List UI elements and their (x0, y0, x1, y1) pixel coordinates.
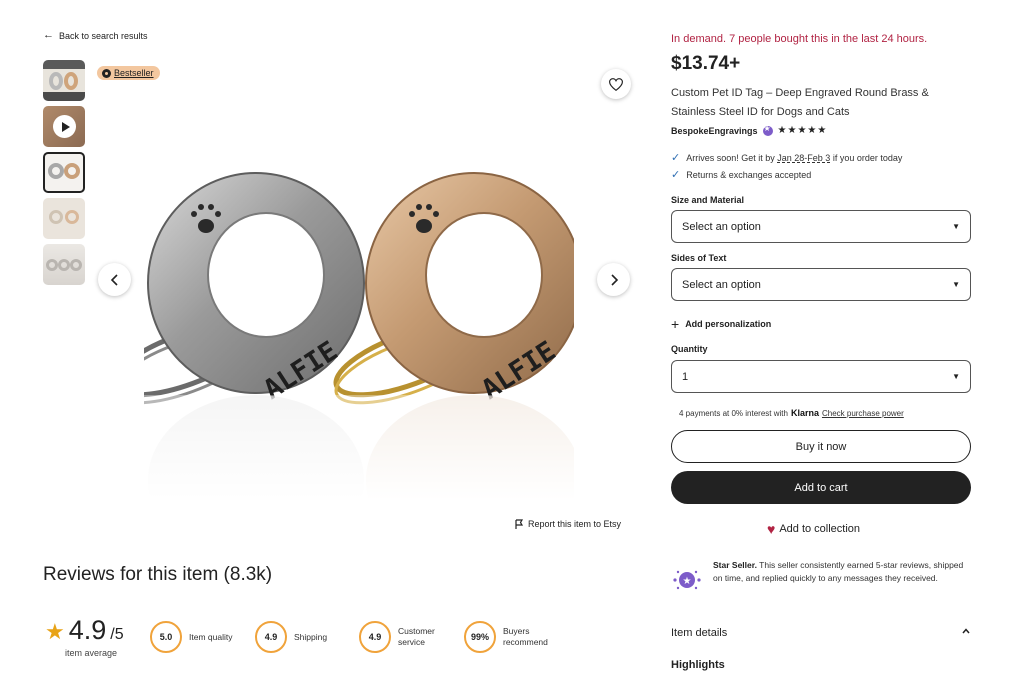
caret-down-icon: ▼ (952, 280, 960, 289)
report-item-link[interactable]: Report this item to Etsy (514, 519, 621, 529)
bestseller-badge[interactable]: Bestseller (97, 66, 160, 80)
thumbnail-4[interactable] (43, 198, 85, 239)
seller-row: BespokeEngravings ★ ★★★★ (671, 124, 828, 137)
metric-item-quality: 5.0 Item quality (150, 621, 232, 653)
klarna-logo: Klarna (790, 408, 819, 418)
sides-select[interactable]: Select an option ▼ (671, 268, 971, 301)
size-label: Size and Material (671, 195, 745, 205)
price: $13.74+ (671, 53, 741, 74)
rating-average-label: item average (65, 648, 118, 658)
klarna-check-link[interactable]: Check purchase power (822, 409, 904, 418)
thumbnail-3-selected[interactable] (43, 152, 85, 193)
sides-label: Sides of Text (671, 253, 727, 263)
back-to-search-link[interactable]: ← Back to search results (43, 30, 148, 41)
arrival-dates[interactable]: Jan 28-Feb 3 (777, 153, 830, 163)
metric-label: Shipping (294, 631, 328, 642)
thumbnail-list (43, 60, 86, 290)
add-to-collection-label: Add to collection (779, 523, 861, 535)
add-personalization-label: Add personalization (685, 319, 772, 329)
klarna-prefix: 4 payments at 0% interest with (679, 408, 788, 418)
checkmark-icon: ✓ (671, 152, 681, 164)
star-icon: ★ (45, 619, 65, 644)
buy-now-button[interactable]: Buy it now (671, 430, 971, 463)
demand-notice: In demand. 7 people bought this in the l… (671, 33, 928, 45)
arrival-suffix: if you order today (832, 152, 903, 163)
play-icon (53, 115, 76, 138)
klarna-row: 4 payments at 0% interest with Klarna Ch… (679, 408, 904, 418)
arrow-left-icon: ← (43, 29, 54, 41)
svg-text:★: ★ (683, 576, 692, 587)
metric-value: 4.9 (255, 621, 287, 653)
chevron-up-icon (962, 628, 970, 634)
metric-value: 99% (464, 621, 496, 653)
plus-icon: + (671, 316, 680, 332)
seller-rating-stars: ★★★★★ (777, 125, 828, 136)
rating-out-of: /5 (110, 626, 124, 643)
chevron-right-icon (610, 273, 618, 286)
size-select[interactable]: Select an option ▼ (671, 210, 971, 243)
add-to-collection-button[interactable]: ♥ Add to collection (767, 521, 860, 537)
favorite-button[interactable] (601, 69, 631, 99)
caret-down-icon: ▼ (952, 372, 960, 381)
quantity-value: 1 (682, 370, 689, 383)
highlights-heading: Highlights (671, 659, 725, 671)
thumbnail-1[interactable] (43, 60, 85, 101)
add-to-cart-button[interactable]: Add to cart (671, 471, 971, 504)
item-details-toggle[interactable]: Item details (671, 627, 971, 639)
size-select-value: Select an option (682, 220, 761, 233)
checkmark-icon: ✓ (671, 169, 681, 181)
metric-label: Customer service (398, 626, 435, 647)
quantity-label: Quantity (671, 344, 708, 354)
heart-filled-icon: ♥ (767, 521, 776, 537)
flag-icon (515, 519, 524, 529)
star-seller-icon: ★ (671, 564, 703, 596)
star-seller-info: ★ Star Seller. This seller consistently … (671, 559, 971, 596)
rating-average: 4.9 (68, 615, 107, 645)
next-image-button[interactable] (597, 263, 630, 296)
product-title: Custom Pet ID Tag – Deep Engraved Round … (671, 87, 929, 118)
metric-label: Buyers recommend (503, 626, 548, 647)
chevron-left-icon (110, 273, 118, 286)
arrival-row: ✓ Arrives soon! Get it by Jan 28-Feb 3 i… (671, 151, 902, 164)
arrival-prefix: Arrives soon! Get it by (686, 152, 775, 163)
thumbnail-video[interactable] (43, 106, 85, 147)
metric-value: 4.9 (359, 621, 391, 653)
seller-name[interactable]: BespokeEngravings (671, 126, 758, 136)
rating-summary: ★ 4.9 /5 item average (45, 615, 124, 658)
bestseller-label: Bestseller (114, 68, 154, 78)
sides-select-value: Select an option (682, 278, 761, 291)
star-seller-badge-icon (762, 124, 773, 136)
back-link-label: Back to search results (59, 30, 148, 41)
add-personalization-button[interactable]: + Add personalization (671, 316, 771, 332)
star-seller-title: Star Seller. (713, 560, 757, 570)
award-icon (102, 68, 111, 78)
metric-shipping: 4.9 Shipping (255, 621, 327, 653)
caret-down-icon: ▼ (952, 222, 960, 231)
thumbnail-5[interactable] (43, 244, 85, 285)
heart-outline-icon (609, 77, 623, 91)
reviews-heading: Reviews for this item (8.3k) (43, 564, 273, 585)
product-image: ALFIE ALFIE (144, 150, 574, 500)
previous-image-button[interactable] (98, 263, 131, 296)
metric-value: 5.0 (150, 621, 182, 653)
metric-customer-service: 4.9 Customer service (359, 621, 446, 653)
item-details-label: Item details (671, 627, 728, 639)
metric-buyers-recommend: 99% Buyers recommend (464, 621, 559, 653)
report-label: Report this item to Etsy (528, 519, 622, 529)
quantity-select[interactable]: 1 ▼ (671, 360, 971, 393)
metric-label: Item quality (189, 631, 233, 642)
returns-row: ✓ Returns & exchanges accepted (671, 168, 811, 181)
returns-text: Returns & exchanges accepted (686, 169, 812, 180)
